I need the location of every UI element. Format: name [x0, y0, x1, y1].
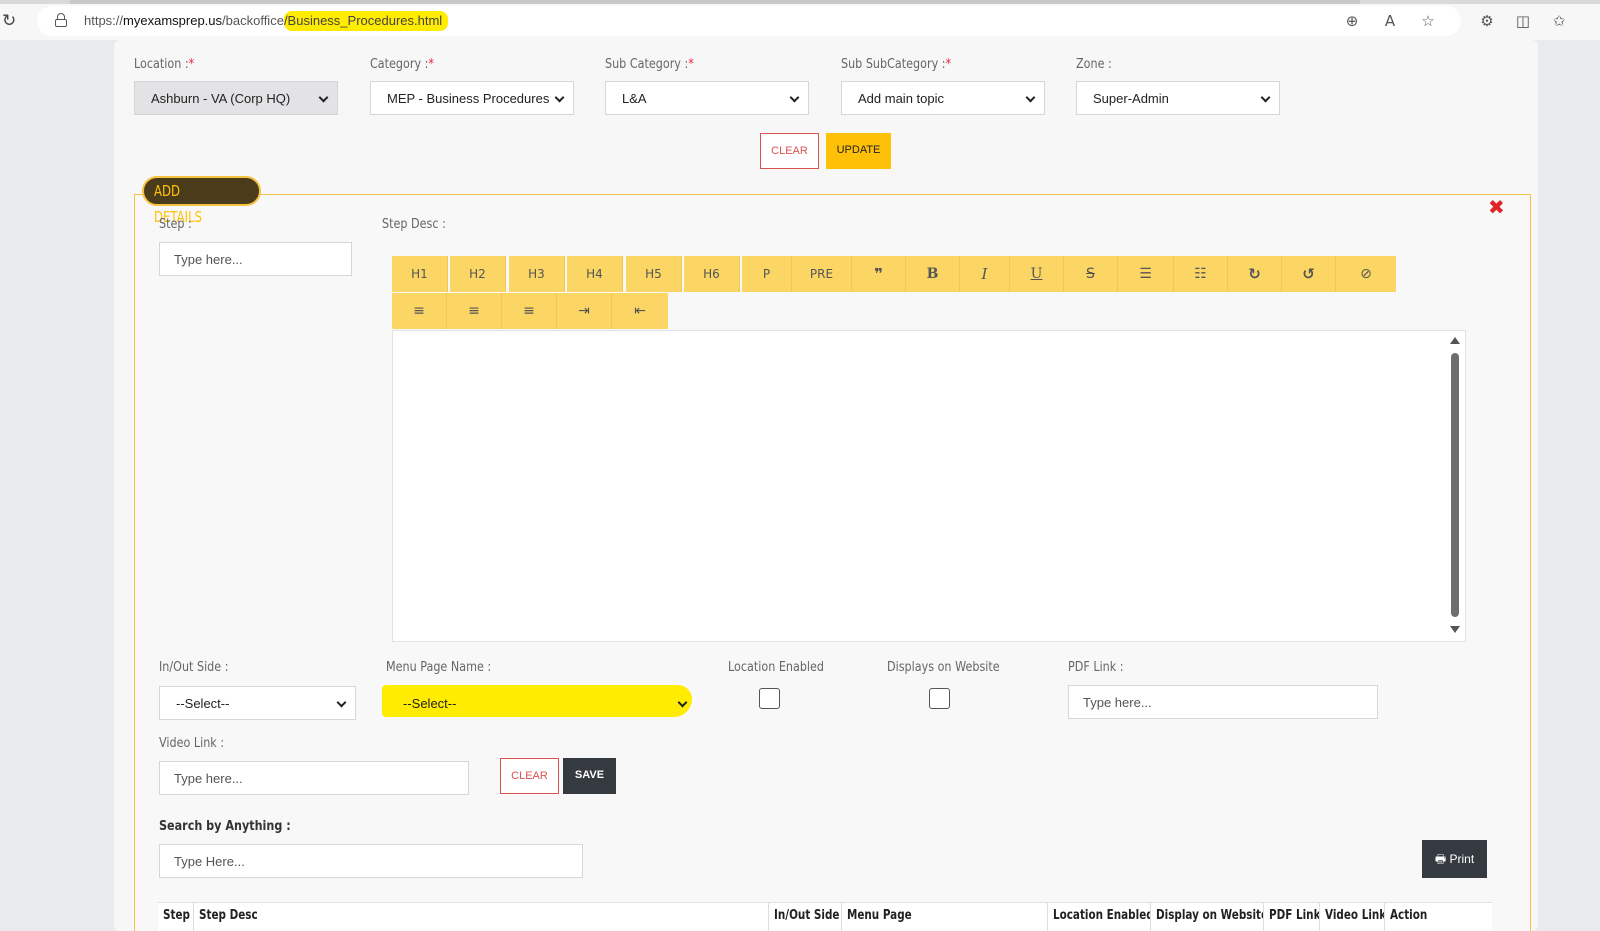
address-bar[interactable]: https://myexamsprep.us/backoffice/Busine… — [37, 6, 1461, 36]
results-table-header: Step Step Desc In/Out Side Menu Page Loc… — [158, 902, 1492, 931]
align-left-icon[interactable]: ≡ — [392, 293, 447, 329]
paragraph-button[interactable]: P — [742, 256, 792, 292]
quote-icon[interactable]: ❞ — [852, 256, 906, 292]
undo-icon[interactable]: ↺ — [1282, 256, 1336, 292]
underline-icon[interactable]: U — [1010, 256, 1064, 292]
search-input[interactable]: Type Here... — [159, 844, 583, 878]
h1-button[interactable]: H1 — [392, 256, 448, 292]
category-label: Category :* — [370, 57, 434, 72]
column-in-out-side[interactable]: In/Out Side — [769, 903, 842, 931]
reload-icon[interactable]: ↻ — [2, 11, 22, 31]
location-select[interactable]: Ashburn - VA (Corp HQ) — [134, 81, 338, 115]
details-clear-button[interactable]: CLEAR — [500, 758, 559, 794]
location-enabled-checkbox[interactable] — [759, 688, 780, 709]
extensions-icon[interactable]: ⚙ — [1476, 10, 1498, 32]
update-button[interactable]: UPDATE — [826, 133, 891, 169]
browser-toolbar: ↻ https://myexamsprep.us/backoffice/Busi… — [0, 0, 1600, 40]
tab-strip-edge — [0, 0, 1600, 4]
video-link-label: Video Link : — [159, 736, 225, 751]
bullet-list-icon[interactable]: ☰ — [1118, 256, 1174, 292]
chevron-down-icon — [1025, 92, 1036, 103]
close-icon[interactable]: ✖ — [1488, 197, 1505, 217]
sub-subcategory-label: Sub SubCategory :* — [841, 57, 952, 72]
column-step[interactable]: Step — [158, 903, 194, 931]
in-out-side-select[interactable]: --Select-- — [159, 686, 356, 720]
video-link-input[interactable]: Type here... — [159, 761, 469, 795]
chevron-down-icon — [677, 697, 688, 708]
strikethrough-icon[interactable]: S — [1064, 256, 1118, 292]
step-label: Step : — [159, 217, 192, 232]
chevron-down-icon — [1260, 92, 1271, 103]
scroll-down-icon[interactable] — [1450, 626, 1460, 633]
h3-button[interactable]: H3 — [509, 256, 565, 292]
step-input[interactable]: Type here... — [159, 242, 352, 276]
h6-button[interactable]: H6 — [684, 256, 740, 292]
h4-button[interactable]: H4 — [567, 256, 623, 292]
zone-select[interactable]: Super-Admin — [1076, 81, 1280, 115]
chevron-down-icon — [318, 92, 329, 103]
pdf-link-label: PDF Link : — [1068, 660, 1124, 675]
chevron-down-icon — [336, 697, 347, 708]
clear-format-icon[interactable]: ⊘ — [1336, 256, 1396, 292]
step-desc-label: Step Desc : — [382, 217, 446, 232]
location-label: Location :* — [134, 57, 195, 72]
editor-toolbar: H1 H2 H3 H4 H5 H6 P PRE ❞ B I U S ☰ ☷ ↻ … — [392, 256, 1396, 332]
favorite-star-icon[interactable]: ☆ — [1417, 10, 1439, 32]
zone-label: Zone : — [1076, 57, 1112, 72]
sub-category-select[interactable]: L&A — [605, 81, 809, 115]
numbered-list-icon[interactable]: ☷ — [1174, 256, 1228, 292]
pre-button[interactable]: PRE — [792, 256, 852, 292]
sub-category-label: Sub Category :* — [605, 57, 694, 72]
chevron-down-icon — [789, 92, 800, 103]
column-menu-page[interactable]: Menu Page — [842, 903, 1048, 931]
column-step-desc[interactable]: Step Desc — [194, 903, 769, 931]
menu-page-name-select[interactable]: --Select-- — [386, 686, 697, 720]
bold-icon[interactable]: B — [906, 256, 960, 292]
displays-on-website-checkbox[interactable] — [929, 688, 950, 709]
lock-icon[interactable] — [55, 13, 67, 27]
menu-page-name-label: Menu Page Name : — [386, 660, 492, 675]
column-location-enabled[interactable]: Location Enabled — [1048, 903, 1151, 931]
outdent-icon[interactable]: ⇤ — [612, 293, 668, 329]
editor-scrollbar[interactable] — [1449, 337, 1461, 633]
align-right-icon[interactable]: ≡ — [502, 293, 557, 329]
sub-subcategory-select[interactable]: Add main topic — [841, 81, 1045, 115]
h5-button[interactable]: H5 — [626, 256, 682, 292]
print-button[interactable]: 🖶 Print — [1422, 840, 1487, 878]
print-icon: 🖶 — [1434, 852, 1447, 866]
step-desc-editor[interactable] — [392, 330, 1466, 642]
displays-on-website-label: Displays on Website — [887, 660, 1000, 675]
page-card: Location :* Ashburn - VA (Corp HQ) Categ… — [114, 40, 1538, 931]
url-text[interactable]: https://myexamsprep.us/backoffice/Busine… — [84, 11, 449, 31]
favorites-list-icon[interactable]: ✩ — [1548, 10, 1570, 32]
search-label: Search by Anything : — [159, 819, 291, 834]
location-enabled-label: Location Enabled — [728, 660, 825, 675]
filter-clear-button[interactable]: CLEAR — [760, 133, 819, 169]
column-video-link[interactable]: Video Link — [1320, 903, 1385, 931]
italic-icon[interactable]: I — [960, 256, 1010, 292]
column-display-on-website[interactable]: Display on Website — [1151, 903, 1264, 931]
align-center-icon[interactable]: ≡ — [447, 293, 502, 329]
print-label: Print — [1449, 852, 1475, 866]
in-out-side-label: In/Out Side : — [159, 660, 229, 675]
scroll-thumb[interactable] — [1451, 353, 1459, 617]
read-aloud-icon[interactable]: A — [1379, 10, 1401, 32]
add-details-legend: ADD DETAILS — [142, 176, 261, 226]
indent-icon[interactable]: ⇥ — [557, 293, 612, 329]
category-select[interactable]: MEP - Business Procedures — [370, 81, 574, 115]
split-screen-icon[interactable]: ◫ — [1512, 10, 1534, 32]
save-button[interactable]: SAVE — [563, 758, 616, 794]
pdf-link-input[interactable]: Type here... — [1068, 685, 1378, 719]
column-action[interactable]: Action — [1385, 903, 1492, 931]
chevron-down-icon — [554, 92, 565, 103]
h2-button[interactable]: H2 — [450, 256, 506, 292]
zoom-icon[interactable]: ⊕ — [1341, 10, 1363, 32]
column-pdf-link[interactable]: PDF Link — [1264, 903, 1320, 931]
scroll-up-icon[interactable] — [1450, 337, 1460, 344]
redo-icon[interactable]: ↻ — [1228, 256, 1282, 292]
